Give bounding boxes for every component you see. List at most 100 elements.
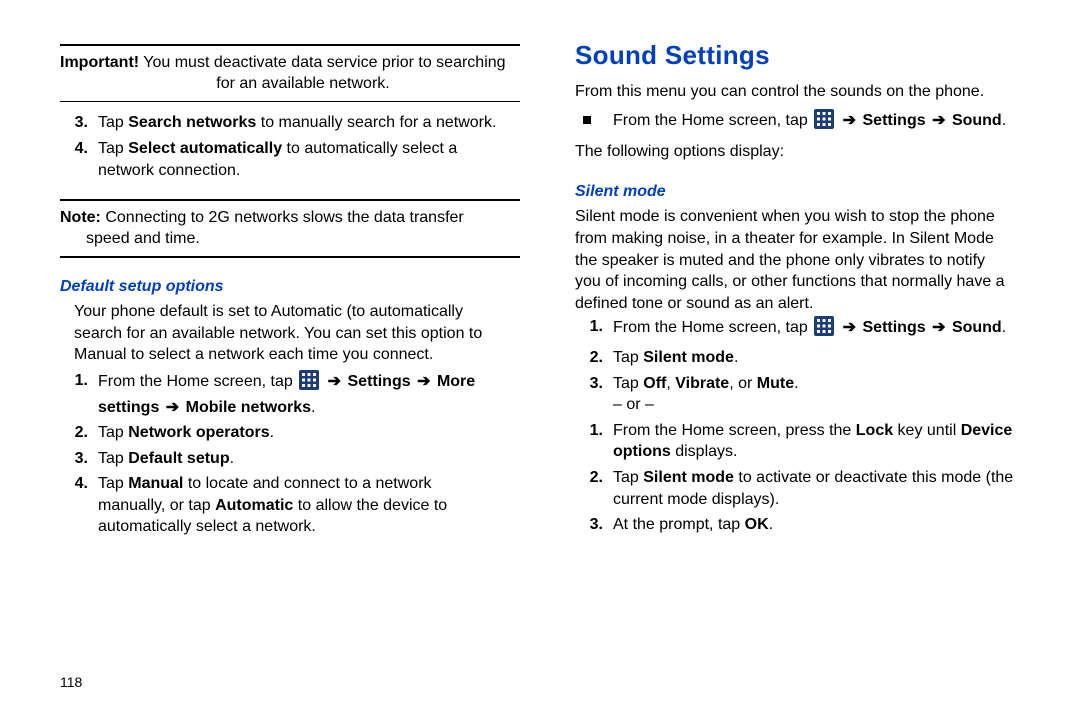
silent-mode-bold2: Silent mode — [643, 469, 734, 486]
default-step-3: 3. Tap Default setup. — [60, 448, 520, 470]
important-text-line2: for an available network. — [60, 73, 520, 95]
sound-label: Sound — [952, 319, 1002, 336]
silent-alt-2-body: Tap Silent mode to activate or deactivat… — [613, 467, 1035, 510]
vibrate-label: Vibrate — [675, 375, 729, 392]
text: Tap — [98, 140, 128, 157]
text: to allow the device to — [293, 497, 447, 514]
more-label: More — [437, 373, 475, 390]
silent-step-3-body: Tap Off, Vibrate, or Mute. – or – — [613, 373, 1035, 416]
silent-alt-3: 3. At the prompt, tap OK. — [575, 514, 1035, 536]
rule-top-left — [60, 44, 520, 46]
or-dash: – or – — [613, 396, 654, 413]
off-label: Off — [643, 375, 666, 392]
apps-grid-icon — [299, 370, 319, 397]
text: current mode displays). — [613, 491, 779, 508]
text: to activate or deactivate this mode (the — [734, 469, 1013, 486]
text: Tap — [98, 450, 128, 467]
options-bold: options — [613, 443, 671, 460]
silent-step-1-body: From the Home screen, tap ➔ Settings ➔ S… — [613, 316, 1035, 343]
text: Tap — [613, 349, 643, 366]
important-text-line1: You must deactivate data service prior t… — [139, 54, 505, 71]
silent-step-2-body: Tap Silent mode. — [613, 347, 1035, 369]
note-line1: Connecting to 2G networks slows the data… — [101, 209, 464, 226]
text: . — [1002, 319, 1006, 336]
text: At the prompt, tap — [613, 516, 745, 533]
num-3: 3. — [575, 373, 613, 416]
num-3: 3. — [60, 448, 98, 470]
default-step-3-body: Tap Default setup. — [98, 448, 520, 470]
text: you of incoming calls, or other function… — [575, 273, 1005, 290]
ok-label: OK — [745, 516, 769, 533]
text: From the Home screen, tap — [613, 112, 812, 129]
automatic-label: Automatic — [215, 497, 293, 514]
sound-bullet-body: From the Home screen, tap ➔ Settings ➔ S… — [613, 109, 1035, 136]
text: to automatically select a — [282, 140, 457, 157]
arrow-icon: ➔ — [930, 319, 947, 336]
following-options: The following options display: — [575, 141, 1035, 163]
num-2: 2. — [60, 422, 98, 444]
text: search for an available network. You can… — [74, 325, 482, 342]
text: automatically select a network. — [98, 518, 316, 535]
rule-after-important — [60, 101, 520, 103]
text: . — [734, 349, 738, 366]
num-4: 4. — [60, 138, 98, 181]
section-title-sound: Sound Settings — [575, 38, 1035, 73]
silent-alt-1: 1. From the Home screen, press the Lock … — [575, 420, 1035, 463]
left-step-4: 4. Tap Select automatically to automatic… — [60, 138, 520, 181]
search-networks-label: Search networks — [128, 114, 256, 131]
select-automatically-label: Select automatically — [128, 140, 282, 157]
note-line2: speed and time. — [60, 228, 200, 250]
note-label: Note: — [60, 209, 101, 226]
num-2: 2. — [575, 467, 613, 510]
arrow-icon: ➔ — [841, 112, 858, 129]
device-label: Device — [961, 422, 1013, 439]
default-setup-subhead: Default setup options — [60, 276, 520, 298]
num-4: 4. — [60, 473, 98, 538]
text: . — [311, 399, 315, 416]
apps-grid-icon — [814, 316, 834, 343]
default-step-4-body: Tap Manual to locate and connect to a ne… — [98, 473, 520, 538]
num-1: 1. — [60, 370, 98, 418]
text: Tap — [613, 469, 643, 486]
text: From the Home screen, press the — [613, 422, 856, 439]
silent-step-2: 2. Tap Silent mode. — [575, 347, 1035, 369]
sound-bullet: From the Home screen, tap ➔ Settings ➔ S… — [575, 109, 1035, 136]
important-label: Important! — [60, 54, 139, 71]
text: Your phone default is set to Automatic (… — [74, 303, 463, 320]
settings-label: Settings — [863, 319, 926, 336]
silent-alt-3-body: At the prompt, tap OK. — [613, 514, 1035, 536]
text: the speaker is muted and the phone only … — [575, 252, 985, 269]
manual-label: Manual — [128, 475, 183, 492]
text: Tap — [613, 375, 643, 392]
num-3: 3. — [60, 112, 98, 134]
default-step-4: 4. Tap Manual to locate and connect to a… — [60, 473, 520, 538]
silent-alt-2: 2. Tap Silent mode to activate or deacti… — [575, 467, 1035, 510]
silent-alt-1-body: From the Home screen, press the Lock key… — [613, 420, 1035, 463]
text: . — [230, 450, 234, 467]
settings-label: Settings — [348, 373, 411, 390]
manual-page: Important! You must deactivate data serv… — [0, 0, 1080, 720]
arrow-icon: ➔ — [415, 373, 432, 390]
arrow-icon: ➔ — [930, 112, 947, 129]
text: . — [270, 424, 274, 441]
default-step-2: 2. Tap Network operators. — [60, 422, 520, 444]
left-column: Important! You must deactivate data serv… — [60, 38, 520, 542]
num-3: 3. — [575, 514, 613, 536]
left-step-3: 3. Tap Search networks to manually searc… — [60, 112, 520, 134]
num-2: 2. — [575, 347, 613, 369]
settings2-label: settings — [98, 399, 159, 416]
text: Tap — [98, 114, 128, 131]
rule-after-note — [60, 256, 520, 258]
text: from making noise, in a theater for exam… — [575, 230, 994, 247]
silent-step-3: 3. Tap Off, Vibrate, or Mute. – or – — [575, 373, 1035, 416]
default-step-1-body: From the Home screen, tap ➔ Settings ➔ M… — [98, 370, 520, 418]
text: to manually search for a network. — [256, 114, 496, 131]
text: Tap — [98, 475, 128, 492]
text: . — [1002, 112, 1006, 129]
mobile-networks-label: Mobile networks — [186, 399, 311, 416]
text: From the Home screen, tap — [613, 319, 812, 336]
text: network connection. — [98, 162, 240, 179]
arrow-icon: ➔ — [841, 319, 858, 336]
text: . — [794, 375, 798, 392]
text: . — [769, 516, 773, 533]
